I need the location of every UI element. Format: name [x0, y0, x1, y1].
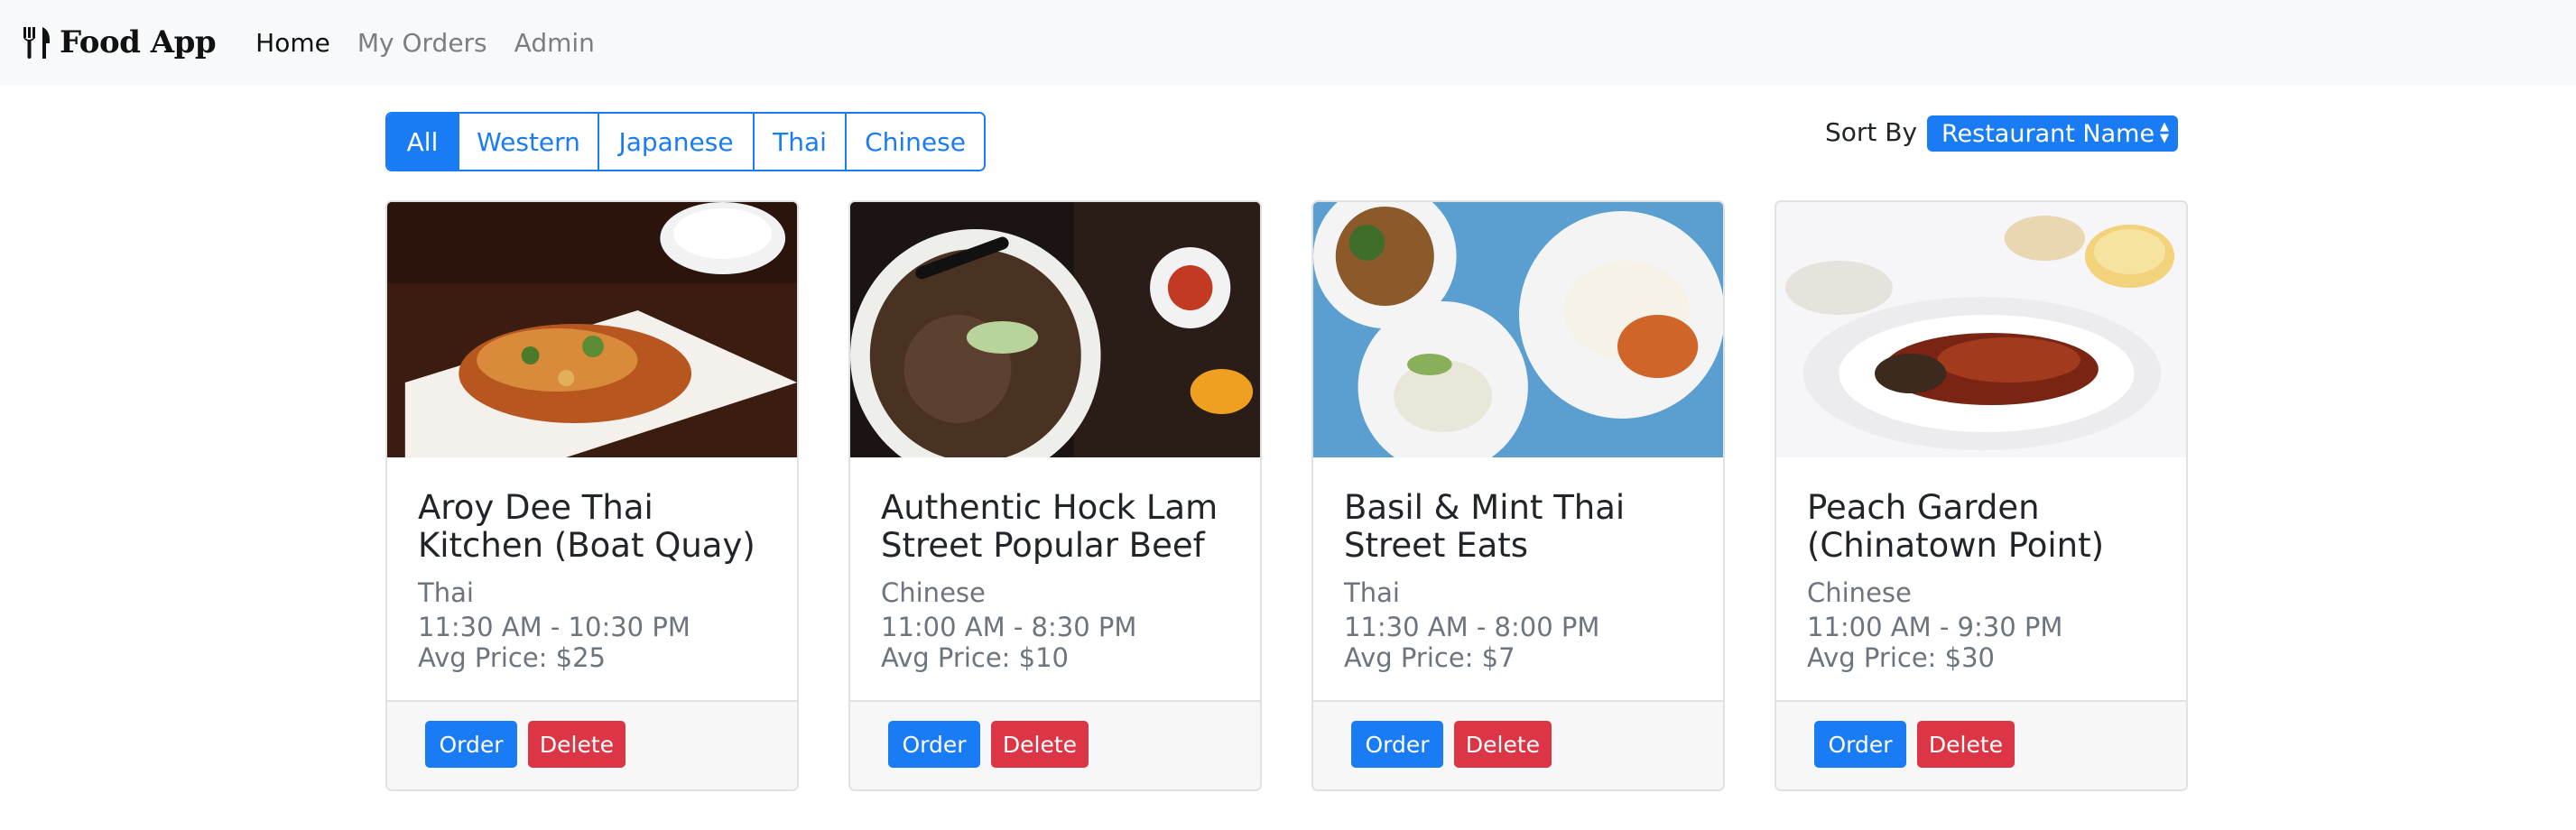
- delete-button[interactable]: Delete: [1454, 721, 1552, 768]
- restaurant-name: Authentic Hock Lam Street Popular Beef: [881, 488, 1219, 565]
- sort-label: Sort By: [1825, 117, 1918, 147]
- restaurant-cuisine: Thai: [418, 577, 474, 608]
- card-footer: Order Delete: [1776, 700, 2186, 789]
- card-body: Authentic Hock Lam Street Popular Beef C…: [881, 488, 1242, 674]
- restaurant-cuisine: Chinese: [1807, 577, 1912, 608]
- nav-links: Home My Orders Admin: [255, 28, 622, 58]
- sort-selected-value: Restaurant Name: [1941, 119, 2155, 148]
- sort-select[interactable]: Restaurant Name ▲ ▼: [1927, 115, 2178, 152]
- restaurant-photo: [1313, 202, 1723, 457]
- filter-thai[interactable]: Thai: [753, 114, 845, 170]
- restaurant-name: Aroy Dee Thai Kitchen (Boat Quay): [418, 488, 755, 565]
- delete-button[interactable]: Delete: [991, 721, 1089, 768]
- card-footer: Order Delete: [387, 700, 797, 789]
- brand-name: Food App: [60, 24, 217, 60]
- card-body: Basil & Mint Thai Street Eats Thai 11:30…: [1344, 488, 1705, 674]
- order-button[interactable]: Order: [1351, 721, 1443, 768]
- restaurant-name: Peach Garden (Chinatown Point): [1807, 488, 2105, 565]
- nav-home[interactable]: Home: [255, 28, 330, 58]
- card-footer: Order Delete: [850, 700, 1260, 789]
- order-button[interactable]: Order: [888, 721, 980, 768]
- restaurant-cuisine: Chinese: [881, 577, 986, 608]
- restaurant-avg-price: Avg Price: $10: [881, 642, 1070, 673]
- filter-western[interactable]: Western: [458, 114, 598, 170]
- restaurant-hours: 11:00 AM - 9:30 PM: [1807, 612, 2063, 642]
- filter-chinese[interactable]: Chinese: [845, 114, 984, 170]
- restaurant-hours: 11:30 AM - 10:30 PM: [418, 612, 690, 642]
- restaurant-cuisine: Thai: [1344, 577, 1400, 608]
- nav-my-orders[interactable]: My Orders: [357, 28, 487, 58]
- restaurant-card: Peach Garden (Chinatown Point) Chinese 1…: [1774, 200, 2188, 791]
- restaurant-name: Basil & Mint Thai Street Eats: [1344, 488, 1626, 565]
- select-arrows-icon: ▲ ▼: [2160, 120, 2169, 145]
- card-body: Aroy Dee Thai Kitchen (Boat Quay) Thai 1…: [418, 488, 779, 674]
- restaurant-card: Aroy Dee Thai Kitchen (Boat Quay) Thai 1…: [385, 200, 799, 791]
- restaurant-avg-price: Avg Price: $30: [1807, 642, 1996, 673]
- restaurant-avg-price: Avg Price: $25: [418, 642, 607, 673]
- filter-all[interactable]: All: [387, 114, 458, 170]
- restaurant-card: Authentic Hock Lam Street Popular Beef C…: [848, 200, 1262, 791]
- restaurant-avg-price: Avg Price: $7: [1344, 642, 1515, 673]
- delete-button[interactable]: Delete: [528, 721, 625, 768]
- cuisine-filter-group: All Western Japanese Thai Chinese: [385, 112, 986, 171]
- restaurant-photo: [1776, 202, 2186, 457]
- filter-japanese[interactable]: Japanese: [598, 114, 753, 170]
- card-footer: Order Delete: [1313, 700, 1723, 789]
- restaurant-photo: [850, 202, 1260, 457]
- navbar: Food App Home My Orders Admin: [0, 0, 2576, 85]
- utensils-icon: [22, 25, 52, 60]
- nav-admin[interactable]: Admin: [514, 28, 595, 58]
- restaurant-card: Basil & Mint Thai Street Eats Thai 11:30…: [1311, 200, 1725, 791]
- order-button[interactable]: Order: [425, 721, 517, 768]
- restaurant-hours: 11:00 AM - 8:30 PM: [881, 612, 1137, 642]
- restaurant-photo: [387, 202, 797, 457]
- brand[interactable]: Food App: [22, 24, 217, 60]
- card-body: Peach Garden (Chinatown Point) Chinese 1…: [1807, 488, 2168, 674]
- restaurant-hours: 11:30 AM - 8:00 PM: [1344, 612, 1600, 642]
- delete-button[interactable]: Delete: [1917, 721, 2015, 768]
- order-button[interactable]: Order: [1814, 721, 1906, 768]
